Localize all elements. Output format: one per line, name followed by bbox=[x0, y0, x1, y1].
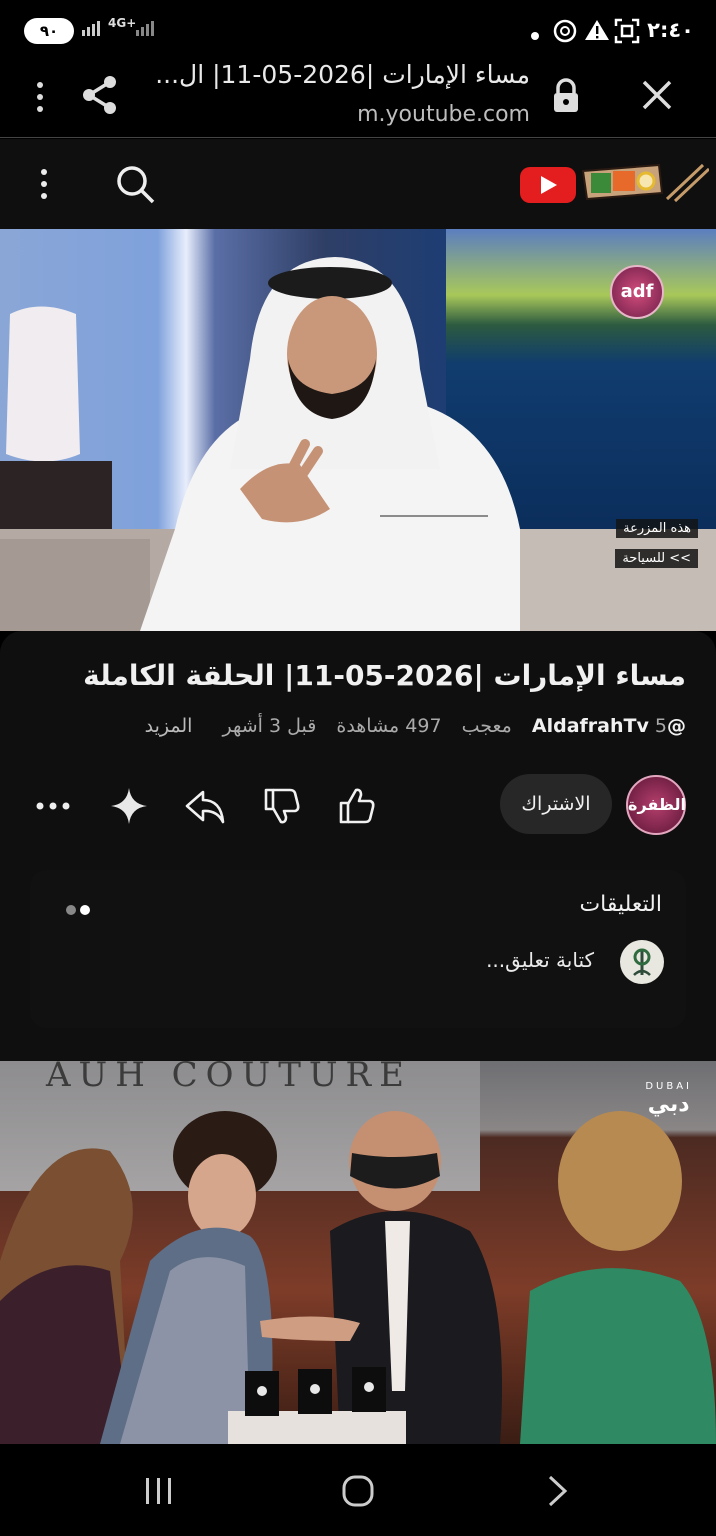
more-horiz-icon[interactable] bbox=[26, 779, 80, 833]
chyron-line-1: هذه المزرعة bbox=[616, 519, 698, 538]
dislike-icon[interactable] bbox=[255, 779, 309, 833]
comment-input[interactable]: كتابة تعليق... bbox=[486, 948, 594, 972]
view-count: 497 مشاهدة bbox=[336, 715, 442, 737]
lunchbox-doodle-icon bbox=[581, 163, 711, 203]
comments-page-dots bbox=[66, 900, 94, 919]
more-link[interactable]: المزيد bbox=[145, 715, 193, 737]
status-bar: ٩٠ 4G+ ٢:٤٠ bbox=[0, 0, 716, 52]
network-type: 4G+ bbox=[108, 16, 137, 30]
custom-tab-toolbar: مساء الإمارات |2026-05-11| ال... m.youtu… bbox=[0, 52, 716, 138]
next-video-thumbnail[interactable]: AUH COUTURE DUBAI دبي bbox=[0, 1061, 716, 1444]
ai-icon bbox=[552, 18, 578, 48]
comments-title: التعليقات bbox=[579, 892, 662, 917]
home-icon[interactable] bbox=[341, 1474, 375, 1512]
video-title[interactable]: مساء الإمارات |2026-05-11| الحلقة الكامل… bbox=[46, 659, 686, 692]
channel-avatar[interactable]: الظفرة bbox=[626, 775, 686, 835]
subscribe-button[interactable]: الاشتراك bbox=[500, 774, 612, 834]
video-meta[interactable]: @AldafrahTv 5 معجب 497 مشاهدة قبل 3 أشهر… bbox=[46, 715, 686, 737]
share-icon[interactable] bbox=[80, 74, 120, 120]
close-icon[interactable] bbox=[640, 78, 674, 116]
more-vert-icon[interactable] bbox=[38, 167, 50, 205]
like-icon[interactable] bbox=[330, 779, 384, 833]
video-frame bbox=[0, 257, 716, 631]
dot-icon bbox=[530, 26, 540, 45]
warning-icon bbox=[584, 18, 610, 46]
youtube-header bbox=[0, 139, 716, 229]
recents-icon[interactable] bbox=[144, 1476, 174, 1510]
video-player[interactable]: adf هذه المزرعة >> للسياحة bbox=[0, 229, 716, 631]
battery-icon: ٩٠ bbox=[24, 18, 74, 44]
page-title: مساء الإمارات |2026-05-11| ال... bbox=[155, 60, 530, 89]
scan-icon bbox=[614, 18, 640, 48]
next-video-frame bbox=[0, 1111, 716, 1444]
comments-panel[interactable]: التعليقات كتابة تعليق... bbox=[30, 870, 686, 1028]
signal-icon-2 bbox=[136, 20, 158, 40]
clock: ٢:٤٠ bbox=[647, 18, 694, 42]
lock-icon[interactable] bbox=[551, 78, 581, 118]
battery-level: ٩٠ bbox=[39, 22, 59, 40]
channel-bug: adf bbox=[610, 265, 664, 319]
signal-icon bbox=[82, 20, 104, 40]
video-info-sheet: مساء الإمارات |2026-05-11| الحلقة الكامل… bbox=[0, 631, 716, 1061]
youtube-logo-icon[interactable] bbox=[519, 161, 711, 211]
system-nav-bar bbox=[0, 1444, 716, 1536]
more-vert-icon[interactable] bbox=[34, 80, 46, 118]
search-icon[interactable] bbox=[114, 163, 156, 209]
share-icon[interactable] bbox=[178, 779, 232, 833]
back-icon[interactable] bbox=[546, 1474, 570, 1512]
upload-age: قبل 3 أشهر bbox=[222, 715, 317, 737]
user-avatar bbox=[620, 940, 664, 984]
ask-sparkle-icon[interactable] bbox=[102, 779, 156, 833]
url-domain[interactable]: m.youtube.com bbox=[357, 102, 530, 127]
chyron-line-2: >> للسياحة bbox=[615, 549, 698, 568]
